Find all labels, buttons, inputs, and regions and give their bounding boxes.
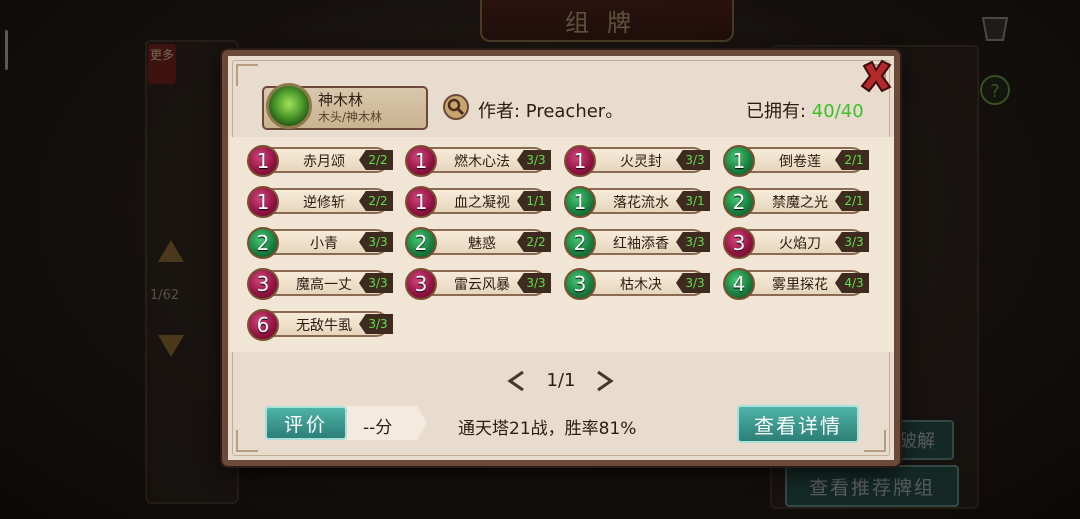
- card-cost: 3: [247, 268, 279, 300]
- card-quantity: 1/1: [517, 191, 551, 211]
- card-name: 落花流水: [613, 195, 669, 211]
- close-icon: [860, 59, 892, 93]
- view-details-button[interactable]: 查看详情: [737, 405, 859, 443]
- card-cost: 1: [247, 145, 279, 177]
- card-item[interactable]: 1 血之凝视 1/1: [405, 186, 551, 218]
- card-item[interactable]: 1 倒卷莲 2/1: [723, 145, 869, 177]
- card-quantity: 3/3: [359, 314, 393, 334]
- card-name: 红袖添香: [613, 236, 669, 252]
- card-name: 赤月颂: [303, 154, 345, 170]
- card-item[interactable]: 2 魅惑 2/2: [405, 227, 551, 259]
- card-name: 血之凝视: [454, 195, 510, 211]
- card-name: 火灵封: [620, 154, 662, 170]
- card-name: 雾里探花: [772, 277, 828, 293]
- card-quantity: 3/3: [359, 273, 393, 293]
- card-name: 逆修斩: [303, 195, 345, 211]
- card-cost: 1: [405, 145, 437, 177]
- card-name: 火焰刀: [779, 236, 821, 252]
- deck-type: 木头/神木林: [318, 110, 383, 124]
- chevron-right-icon: [597, 370, 614, 392]
- card-quantity: 3/1: [676, 191, 710, 211]
- card-quantity: 3/3: [676, 273, 710, 293]
- card-item[interactable]: 1 燃木心法 3/3: [405, 145, 551, 177]
- card-cost: 6: [247, 309, 279, 341]
- card-item[interactable]: 1 火灵封 3/3: [564, 145, 710, 177]
- card-quantity: 3/3: [517, 150, 551, 170]
- next-page-button[interactable]: [594, 369, 616, 393]
- card-item[interactable]: 3 魔高一丈 3/3: [247, 268, 393, 300]
- deck-score: --分: [363, 418, 393, 438]
- deck-name: 神木林: [318, 91, 364, 109]
- card-quantity: 2/1: [835, 191, 869, 211]
- card-name: 倒卷莲: [779, 154, 821, 170]
- card-quantity: 3/3: [835, 232, 869, 252]
- owned-label: 已拥有:: [746, 101, 812, 122]
- corner-ornament: [236, 430, 258, 452]
- chevron-left-icon: [507, 370, 524, 392]
- card-quantity: 2/2: [359, 191, 393, 211]
- deck-author: 作者: Preacher。: [478, 101, 624, 122]
- card-quantity: 2/2: [517, 232, 551, 252]
- card-quantity: 3/3: [676, 232, 710, 252]
- card-item[interactable]: 2 禁魔之光 2/1: [723, 186, 869, 218]
- owned-value: 40/40: [811, 101, 864, 122]
- card-quantity: 3/3: [676, 150, 710, 170]
- card-quantity: 3/3: [517, 273, 551, 293]
- card-item[interactable]: 3 枯木决 3/3: [564, 268, 710, 300]
- card-item[interactable]: 2 红袖添香 3/3: [564, 227, 710, 259]
- card-name: 禁魔之光: [772, 195, 828, 211]
- card-item[interactable]: 1 赤月颂 2/2: [247, 145, 393, 177]
- prev-page-button[interactable]: [505, 369, 527, 393]
- card-name: 无敌牛虱: [296, 318, 352, 334]
- card-cost: 3: [723, 227, 755, 259]
- card-name: 小青: [310, 236, 338, 252]
- card-cost: 2: [564, 227, 596, 259]
- card-cost: 3: [405, 268, 437, 300]
- card-cost: 1: [564, 145, 596, 177]
- card-name: 燃木心法: [454, 154, 510, 170]
- card-name: 雷云风暴: [454, 277, 510, 293]
- search-icon[interactable]: [443, 94, 469, 120]
- card-quantity: 2/1: [835, 150, 869, 170]
- card-cost: 3: [564, 268, 596, 300]
- card-item[interactable]: 1 逆修斩 2/2: [247, 186, 393, 218]
- card-item[interactable]: 4 雾里探花 4/3: [723, 268, 869, 300]
- card-cost: 1: [405, 186, 437, 218]
- card-name: 枯木决: [620, 277, 662, 293]
- card-item[interactable]: 2 小青 3/3: [247, 227, 393, 259]
- card-cost: 2: [405, 227, 437, 259]
- tower-stats: 通天塔21战，胜率81%: [458, 419, 637, 439]
- card-cost: 2: [247, 227, 279, 259]
- card-item[interactable]: 6 无敌牛虱 3/3: [247, 309, 393, 341]
- card-cost: 1: [723, 145, 755, 177]
- card-item[interactable]: 3 火焰刀 3/3: [723, 227, 869, 259]
- owned-count: 已拥有: 40/40: [746, 97, 864, 123]
- card-quantity: 4/3: [835, 273, 869, 293]
- deck-avatar-tree-icon: [266, 83, 312, 129]
- card-cost: 4: [723, 268, 755, 300]
- card-cost: 2: [723, 186, 755, 218]
- corner-ornament: [864, 430, 886, 452]
- rate-button[interactable]: 评价: [265, 406, 347, 440]
- card-name: 魅惑: [468, 236, 496, 252]
- corner-ornament: [236, 64, 258, 86]
- card-item[interactable]: 1 落花流水 3/1: [564, 186, 710, 218]
- card-name: 魔高一丈: [296, 277, 352, 293]
- card-quantity: 3/3: [359, 232, 393, 252]
- card-cost: 1: [247, 186, 279, 218]
- card-item[interactable]: 3 雷云风暴 3/3: [405, 268, 551, 300]
- page-indicator: 1/1: [546, 370, 576, 391]
- card-cost: 1: [564, 186, 596, 218]
- card-quantity: 2/2: [359, 150, 393, 170]
- close-button[interactable]: [858, 58, 894, 94]
